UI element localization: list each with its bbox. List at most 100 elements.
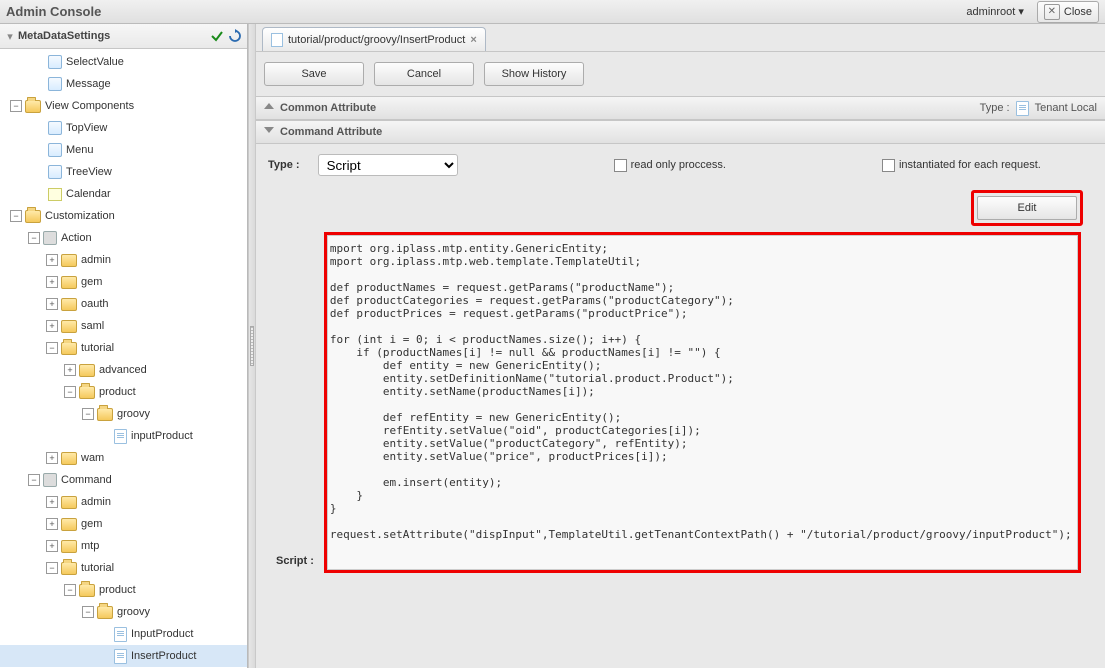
type-indicator: Type : Tenant Local [980, 101, 1097, 116]
edit-button[interactable]: Edit [977, 196, 1077, 220]
calendar-icon [48, 188, 62, 201]
tree-item-viewcomponents[interactable]: −View Components [0, 95, 247, 117]
chevron-down-icon: ▾ [1018, 5, 1024, 18]
tree-item-topview[interactable]: TopView [0, 117, 247, 139]
plus-icon[interactable]: + [46, 276, 58, 288]
doc-icon [114, 649, 127, 664]
tree-item-oauth[interactable]: +oauth [0, 293, 247, 315]
minus-icon[interactable]: − [64, 584, 76, 596]
checkbox-icon [882, 159, 895, 172]
tree-item-cmd-insertproduct[interactable]: InsertProduct [0, 645, 247, 667]
tab-insertproduct[interactable]: tutorial/product/groovy/InsertProduct × [262, 27, 486, 51]
minus-icon[interactable]: − [46, 342, 58, 354]
plus-icon[interactable]: + [46, 540, 58, 552]
checkbox-icon [614, 159, 627, 172]
cancel-button[interactable]: Cancel [374, 62, 474, 86]
tree-item-cmd-inputproduct[interactable]: InputProduct [0, 623, 247, 645]
splitter[interactable] [248, 24, 256, 668]
tree-item-cmd-product[interactable]: −product [0, 579, 247, 601]
command-options-row: Type : Script read only proccess. instan… [268, 150, 1093, 186]
refresh-icon[interactable] [227, 28, 243, 44]
sidebar: ▾ MetaDataSettings SelectValue Message −… [0, 24, 248, 668]
minus-icon[interactable]: − [10, 210, 22, 222]
tree-item-advanced[interactable]: +advanced [0, 359, 247, 381]
tab-close-icon[interactable]: × [470, 34, 476, 46]
instantiated-checkbox[interactable]: instantiated for each request. [882, 159, 1041, 172]
plus-icon[interactable]: + [46, 496, 58, 508]
command-icon [43, 473, 57, 487]
main-panel: tutorial/product/groovy/InsertProduct × … [256, 24, 1105, 668]
tree-item-cmd-gem[interactable]: +gem [0, 513, 247, 535]
folder-icon [25, 100, 41, 113]
folder-icon [79, 386, 95, 399]
minus-icon[interactable]: − [64, 386, 76, 398]
sidebar-toolbar: ▾ MetaDataSettings [0, 24, 247, 49]
plus-icon[interactable]: + [46, 254, 58, 266]
plus-icon[interactable]: + [64, 364, 76, 376]
type-select[interactable]: Script [318, 154, 458, 176]
close-label: Close [1064, 6, 1092, 18]
tree-item-menu[interactable]: Menu [0, 139, 247, 161]
tree-item-cmd-mtp[interactable]: +mtp [0, 535, 247, 557]
tree-item-treeview[interactable]: TreeView [0, 161, 247, 183]
save-button[interactable]: Save [264, 62, 364, 86]
tree-item-selectvalue[interactable]: SelectValue [0, 51, 247, 73]
tree-item-groovy[interactable]: −groovy [0, 403, 247, 425]
plus-icon[interactable]: + [46, 320, 58, 332]
tree-item-gem[interactable]: +gem [0, 271, 247, 293]
tree-item-tutorial[interactable]: −tutorial [0, 337, 247, 359]
close-button[interactable]: ✕ Close [1037, 1, 1099, 23]
collapse-icon[interactable]: ▾ [4, 30, 16, 43]
folder-icon [61, 496, 77, 509]
tree-item-cmd-admin[interactable]: +admin [0, 491, 247, 513]
tree-item-message[interactable]: Message [0, 73, 247, 95]
button-row: Save Cancel Show History [256, 52, 1105, 96]
chevron-up-icon [264, 103, 274, 113]
plus-icon[interactable]: + [46, 298, 58, 310]
plus-icon[interactable]: + [46, 452, 58, 464]
app-title: Admin Console [6, 4, 961, 19]
folder-icon [25, 210, 41, 223]
folder-icon [61, 518, 77, 531]
doc-icon [271, 33, 283, 47]
minus-icon[interactable]: − [10, 100, 22, 112]
tree-item-action[interactable]: −Action [0, 227, 247, 249]
tree-item-saml[interactable]: +saml [0, 315, 247, 337]
command-attribute-header[interactable]: Command Attribute [256, 120, 1105, 144]
tree-item-inputproduct[interactable]: inputProduct [0, 425, 247, 447]
folder-icon [61, 254, 77, 267]
folder-icon [97, 606, 113, 619]
check-icon[interactable] [209, 28, 225, 44]
tree-item-admin[interactable]: +admin [0, 249, 247, 271]
script-textarea[interactable]: mport org.iplass.mtp.entity.GenericEntit… [327, 235, 1078, 570]
tree-item-cmd-groovy[interactable]: −groovy [0, 601, 247, 623]
minus-icon[interactable]: − [28, 474, 40, 486]
tree-item-command[interactable]: −Command [0, 469, 247, 491]
tree-item-wam[interactable]: +wam [0, 447, 247, 469]
folder-icon [61, 276, 77, 289]
user-menu[interactable]: adminroot ▾ [961, 5, 1028, 18]
section-title: Command Attribute [280, 126, 382, 138]
type-label: Type : [268, 159, 300, 171]
tree-item-cmd-tutorial[interactable]: −tutorial [0, 557, 247, 579]
tree-item-calendar[interactable]: Calendar [0, 183, 247, 205]
show-history-button[interactable]: Show History [484, 62, 584, 86]
list-icon [48, 55, 62, 69]
grip-icon [250, 326, 254, 366]
minus-icon[interactable]: − [46, 562, 58, 574]
minus-icon[interactable]: − [28, 232, 40, 244]
readonly-checkbox[interactable]: read only proccess. [614, 159, 726, 172]
common-attribute-header[interactable]: Common Attribute Type : Tenant Local [256, 96, 1105, 120]
minus-icon[interactable]: − [82, 606, 94, 618]
chevron-down-icon [264, 127, 274, 137]
tree-icon [48, 165, 62, 179]
section-title: Common Attribute [280, 102, 376, 114]
minus-icon[interactable]: − [82, 408, 94, 420]
folder-icon [61, 320, 77, 333]
doc-icon [114, 627, 127, 642]
tab-label: tutorial/product/groovy/InsertProduct [288, 34, 465, 46]
tree-item-customization[interactable]: −Customization [0, 205, 247, 227]
tree-item-product[interactable]: −product [0, 381, 247, 403]
folder-icon [79, 584, 95, 597]
plus-icon[interactable]: + [46, 518, 58, 530]
